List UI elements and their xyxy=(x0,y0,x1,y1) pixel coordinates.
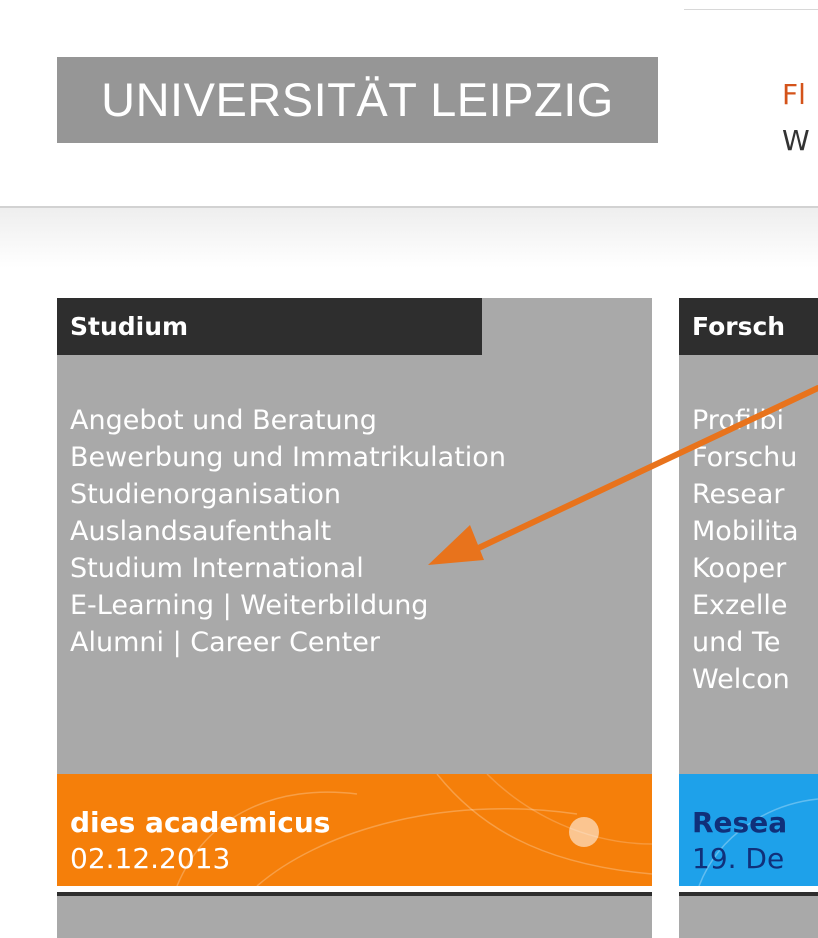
link-alumni-career[interactable]: Alumni | Career Center xyxy=(70,624,506,661)
link-und-technologie[interactable]: und Te xyxy=(692,624,799,661)
header-right-line-1: Fl xyxy=(782,78,806,111)
university-logo[interactable]: UNIVERSITÄT LEIPZIG xyxy=(57,57,658,143)
studium-title: Studium xyxy=(57,298,482,355)
link-auslandsaufenthalt[interactable]: Auslandsaufenthalt xyxy=(70,513,506,550)
link-welcome[interactable]: Welcon xyxy=(692,661,799,698)
banner-date: 02.12.2013 xyxy=(70,842,231,875)
banner-title: Resea xyxy=(692,806,788,839)
link-kooperation[interactable]: Kooper xyxy=(692,550,799,587)
research-banner[interactable]: Resea 19. De xyxy=(679,774,818,886)
forschung-links: Profilbi Forschu Resear Mobilita Kooper … xyxy=(692,402,799,698)
header-divider xyxy=(0,206,818,268)
link-exzellenz[interactable]: Exzelle xyxy=(692,587,799,624)
studium-panel: Studium Angebot und Beratung Bewerbung u… xyxy=(57,298,652,938)
banner-title: dies academicus xyxy=(70,806,331,839)
link-research[interactable]: Resear xyxy=(692,476,799,513)
dies-academicus-banner[interactable]: dies academicus 02.12.2013 xyxy=(57,774,652,886)
link-forschung[interactable]: Forschu xyxy=(692,439,799,476)
link-mobilitaet[interactable]: Mobilita xyxy=(692,513,799,550)
panel-footer-bar xyxy=(57,892,652,896)
panel-footer-bar xyxy=(679,892,818,896)
studium-links: Angebot und Beratung Bewerbung und Immat… xyxy=(70,402,506,661)
header-right-text: Fl W xyxy=(782,72,810,164)
forschung-title: Forsch xyxy=(679,298,818,355)
link-studienorganisation[interactable]: Studienorganisation xyxy=(70,476,506,513)
link-elearning-weiterbildung[interactable]: E-Learning | Weiterbildung xyxy=(70,587,506,624)
top-rule xyxy=(684,9,818,10)
banner-date: 19. De xyxy=(692,842,785,875)
forschung-panel: Forsch Profilbi Forschu Resear Mobilita … xyxy=(679,298,818,938)
link-profilbildung[interactable]: Profilbi xyxy=(692,402,799,439)
link-angebot-beratung[interactable]: Angebot und Beratung xyxy=(70,402,506,439)
header-right-line-2: W xyxy=(782,124,810,157)
link-bewerbung[interactable]: Bewerbung und Immatrikulation xyxy=(70,439,506,476)
link-studium-international[interactable]: Studium International xyxy=(70,550,506,587)
